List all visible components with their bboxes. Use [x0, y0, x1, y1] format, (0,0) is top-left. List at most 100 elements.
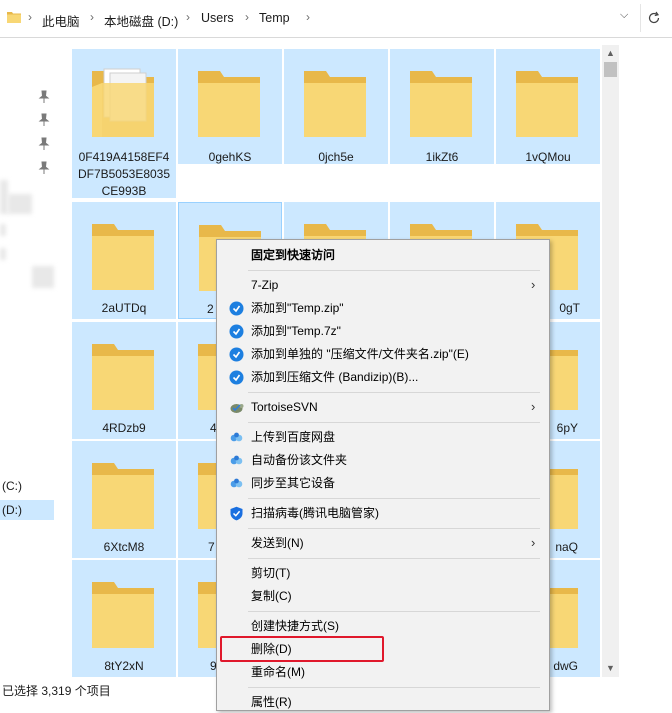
- navigation-pane[interactable]: (C:) (D:): [0, 38, 70, 678]
- folder-name: 1ikZt6: [425, 150, 459, 164]
- menu-item-7zip[interactable]: 7-Zip ›: [219, 274, 547, 296]
- chevron-right-icon: ›: [531, 535, 536, 550]
- folder-name: 0F419A4158EF4DF7B5053E8035CE993B: [77, 150, 171, 198]
- folder-item[interactable]: 0gehKS: [178, 49, 282, 164]
- menu-item-label: TortoiseSVN: [251, 400, 318, 414]
- highlight-annotation-box: [220, 636, 384, 662]
- chevron-right-icon: ›: [531, 399, 536, 414]
- menu-separator: [248, 422, 540, 423]
- folder-name: 1vQMou: [525, 150, 571, 164]
- breadcrumb-separator-icon: ›: [306, 10, 310, 24]
- folder-name: 8tY2xN: [104, 659, 144, 673]
- folder-item[interactable]: 0F419A4158EF4DF7B5053E8035CE993B: [72, 49, 176, 198]
- menu-item-label: 属性(R): [251, 695, 292, 709]
- selection-count: 已选择 3,319 个项目: [2, 684, 111, 698]
- menu-item-add-bandizip[interactable]: 添加到压缩文件 (Bandizip)(B)...: [219, 366, 547, 388]
- baidu-netdisk-icon: [230, 478, 243, 488]
- menu-item-label: 创建快捷方式(S): [251, 619, 339, 633]
- menu-item-label: 重命名(M): [251, 665, 305, 679]
- folder-name: 4RDzb9: [102, 421, 146, 435]
- menu-separator: [248, 270, 540, 271]
- menu-item-send-to[interactable]: 发送到(N) ›: [219, 532, 547, 554]
- blurred-nav-item: [0, 248, 6, 260]
- menu-item-create-shortcut[interactable]: 创建快捷方式(S): [219, 615, 547, 637]
- folder-item[interactable]: 1vQMou: [496, 49, 600, 164]
- nav-drive-d[interactable]: (D:): [0, 500, 54, 520]
- menu-item-label: 发送到(N): [251, 536, 304, 550]
- folder-name: 0jch5e: [318, 150, 354, 164]
- breadcrumb-separator-icon: ›: [245, 10, 249, 24]
- menu-item-cut[interactable]: 剪切(T): [219, 562, 547, 584]
- folder-icon: [516, 71, 578, 137]
- folder-icon: [198, 71, 260, 137]
- pin-icon[interactable]: [38, 90, 50, 104]
- menu-item-label: 7-Zip: [251, 278, 279, 292]
- chevron-down-icon[interactable]: ⌵: [620, 9, 628, 22]
- folder-item[interactable]: 0jch5e: [284, 49, 388, 164]
- folder-icon: [92, 582, 154, 648]
- folder-name: 0gehKS: [208, 150, 252, 164]
- vertical-scrollbar[interactable]: ▲ ▼: [602, 45, 619, 677]
- breadcrumb-separator-icon: ›: [90, 10, 94, 24]
- menu-separator: [248, 687, 540, 688]
- folder-with-files-icon: [92, 68, 154, 137]
- refresh-icon: [648, 11, 660, 24]
- folder-name: 6XtcM8: [103, 540, 145, 554]
- pin-icon[interactable]: [38, 137, 50, 151]
- menu-item-copy[interactable]: 复制(C): [219, 585, 547, 607]
- menu-item-auto-backup[interactable]: 自动备份该文件夹: [219, 449, 547, 471]
- blurred-nav-item: [8, 194, 32, 214]
- folder-item[interactable]: 6XtcM8: [72, 441, 176, 558]
- menu-item-label: 添加到"Temp.7z": [251, 324, 341, 338]
- folder-item[interactable]: 4RDzb9: [72, 322, 176, 439]
- pin-icon[interactable]: [38, 113, 50, 127]
- folder-icon: [410, 71, 472, 137]
- breadcrumb-temp[interactable]: Temp: [259, 11, 290, 25]
- folder-item[interactable]: 2aUTDq: [72, 202, 176, 319]
- menu-separator: [248, 528, 540, 529]
- scroll-up-icon[interactable]: ▲: [606, 48, 615, 58]
- menu-item-label: 添加到压缩文件 (Bandizip)(B)...: [251, 370, 419, 384]
- menu-item-upload-baidu[interactable]: 上传到百度网盘: [219, 426, 547, 448]
- menu-separator: [248, 558, 540, 559]
- bandizip-icon: [229, 370, 244, 385]
- folder-icon: [304, 71, 366, 137]
- menu-item-label: 添加到"Temp.zip": [251, 301, 344, 315]
- bandizip-icon: [229, 347, 244, 362]
- scrollbar-thumb[interactable]: [604, 62, 617, 77]
- menu-item-pin-quick-access[interactable]: 固定到快速访问: [219, 244, 547, 266]
- menu-item-label: 自动备份该文件夹: [251, 453, 348, 467]
- folder-item[interactable]: 8tY2xN: [72, 560, 176, 677]
- tortoisesvn-icon: [230, 404, 244, 413]
- address-bar[interactable]: › 此电脑 › 本地磁盘 (D:) › Users › Temp › ⌵: [0, 0, 672, 38]
- breadcrumb-drive-d[interactable]: 本地磁盘 (D:): [104, 11, 178, 30]
- scroll-down-icon[interactable]: ▼: [606, 663, 615, 673]
- menu-item-add-temp-zip[interactable]: 添加到"Temp.zip": [219, 297, 547, 319]
- menu-item-label: 扫描病毒(腾讯电脑管家): [251, 506, 379, 520]
- menu-item-sync-devices[interactable]: 同步至其它设备: [219, 472, 547, 494]
- menu-item-label: 剪切(T): [251, 566, 291, 580]
- breadcrumb-users[interactable]: Users: [201, 11, 234, 25]
- refresh-button[interactable]: [640, 4, 667, 32]
- folder-icon: [7, 12, 21, 23]
- folder-item[interactable]: 1ikZt6: [390, 49, 494, 164]
- menu-item-add-separate-archives[interactable]: 添加到单独的 "压缩文件/文件夹名.zip"(E): [219, 343, 547, 365]
- menu-item-label: 添加到单独的 "压缩文件/文件夹名.zip"(E): [251, 347, 469, 361]
- pin-icon[interactable]: [38, 161, 50, 175]
- menu-item-tortoisesvn[interactable]: TortoiseSVN ›: [219, 396, 547, 418]
- menu-item-add-temp-7z[interactable]: 添加到"Temp.7z": [219, 320, 547, 342]
- blurred-nav-item: [32, 266, 54, 288]
- menu-item-properties[interactable]: 属性(R): [219, 691, 547, 713]
- menu-item-rename[interactable]: 重命名(M): [219, 661, 547, 683]
- shield-icon: [230, 506, 243, 521]
- blurred-nav-item: [0, 180, 8, 214]
- menu-separator: [248, 611, 540, 612]
- breadcrumb-separator-icon: ›: [186, 10, 190, 24]
- menu-item-scan-virus[interactable]: 扫描病毒(腾讯电脑管家): [219, 502, 547, 524]
- menu-item-label: 上传到百度网盘: [251, 430, 336, 444]
- nav-drive-c[interactable]: (C:): [0, 476, 54, 496]
- menu-separator: [248, 498, 540, 499]
- menu-item-label: 同步至其它设备: [251, 476, 336, 490]
- breadcrumb-this-pc[interactable]: 此电脑: [42, 11, 80, 30]
- menu-item-label: 复制(C): [251, 589, 292, 603]
